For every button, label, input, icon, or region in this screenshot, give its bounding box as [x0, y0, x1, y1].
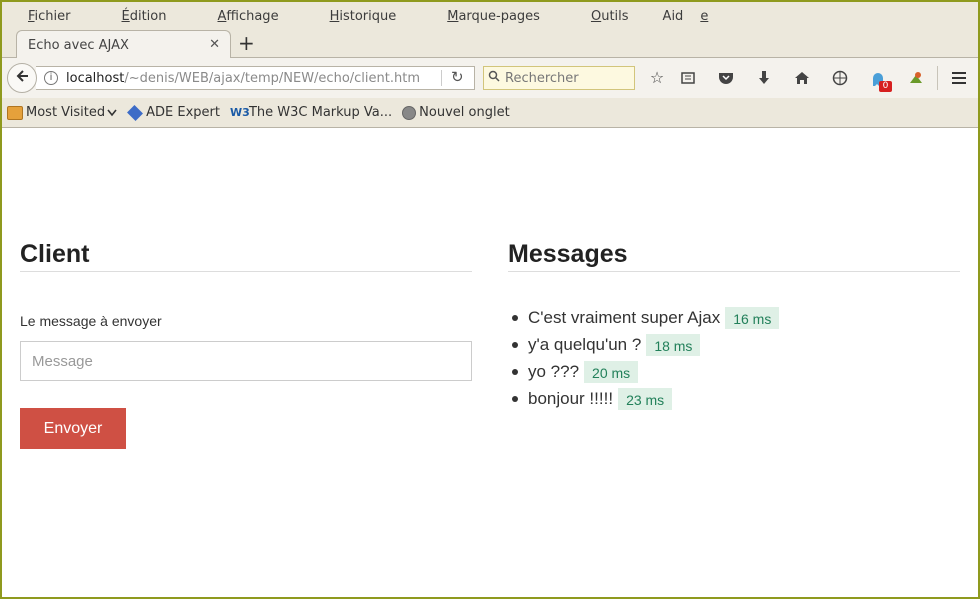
menu-affichage[interactable]: Affichage	[200, 9, 295, 24]
new-tab-button[interactable]: +	[238, 32, 255, 54]
toolbar-separator	[937, 66, 938, 90]
search-placeholder: Rechercher	[505, 70, 579, 86]
star-icon[interactable]: ☆	[646, 68, 668, 90]
addon-icon[interactable]	[905, 68, 927, 90]
bookmark-nouvel-onglet[interactable]: Nouvel onglet	[402, 105, 510, 120]
info-icon[interactable]: i	[44, 71, 58, 85]
message-text: C'est vraiment super Ajax	[528, 307, 721, 327]
globe-icon	[402, 105, 417, 120]
bookmark-most-visited[interactable]: Most Visited	[7, 105, 117, 120]
folder-icon	[7, 105, 23, 120]
message-label: Le message à envoyer	[20, 313, 162, 329]
messages-heading: Messages	[508, 240, 960, 272]
url-separator	[441, 70, 442, 86]
time-badge: 18 ms	[646, 333, 701, 356]
menu-outils[interactable]: Outils	[574, 9, 646, 24]
menu-fichier[interactable]: Fichier	[11, 9, 88, 24]
bullet-icon	[512, 314, 518, 321]
page-content: Client Le message à envoyer Envoyer Mess…	[2, 132, 978, 597]
menu-edition[interactable]: Édition	[105, 9, 184, 24]
menu-aide[interactable]: Aid e	[663, 9, 726, 24]
arrow-left-icon	[14, 68, 30, 89]
url-bar[interactable]: i localhost/~denis/WEB/ajax/temp/NEW/ech…	[36, 66, 475, 90]
download-icon[interactable]	[753, 68, 775, 90]
ade-icon	[127, 104, 144, 121]
w3c-icon: W3	[229, 105, 250, 119]
url-text: localhost/~denis/WEB/ajax/temp/NEW/echo/…	[66, 70, 420, 86]
list-item: bonjour !!!!! 23 ms	[508, 385, 960, 412]
reader-list-icon[interactable]	[677, 68, 699, 90]
bookmarks-bar: Most Visited ADE Expert W3 The W3C Marku…	[2, 98, 978, 128]
client-section: Client Le message à envoyer Envoyer	[20, 240, 472, 449]
message-input[interactable]	[20, 341, 472, 381]
bullet-icon	[512, 395, 518, 402]
globe-grid-icon[interactable]	[829, 68, 851, 90]
reload-icon[interactable]: ↻	[451, 68, 464, 86]
bookmark-ade-expert[interactable]: ADE Expert	[127, 104, 220, 121]
bookmark-w3c-validator[interactable]: W3 The W3C Markup Va...	[230, 105, 392, 120]
home-icon[interactable]	[791, 68, 813, 90]
back-button[interactable]	[7, 63, 37, 93]
messages-list: C'est vraiment super Ajax 16 ms y'a quelq…	[508, 304, 960, 412]
menu-bar: Fichier Édition Affichage Historique Mar…	[2, 2, 978, 30]
hamburger-menu-icon[interactable]	[948, 68, 970, 90]
menu-historique[interactable]: Historique	[313, 9, 414, 24]
navigation-bar: i localhost/~denis/WEB/ajax/temp/NEW/ech…	[2, 58, 978, 98]
menu-marque-pages[interactable]: Marque-pages	[430, 9, 557, 24]
bullet-icon	[512, 341, 518, 348]
messages-section: Messages C'est vraiment super Ajax 16 ms …	[508, 240, 960, 412]
time-badge: 23 ms	[618, 387, 673, 410]
list-item: y'a quelqu'un ? 18 ms	[508, 331, 960, 358]
tab-title: Echo avec AJAX	[28, 37, 129, 53]
message-text: yo ???	[528, 361, 580, 381]
list-item: yo ??? 20 ms	[508, 358, 960, 385]
close-icon[interactable]: ✕	[209, 37, 220, 52]
client-heading: Client	[20, 240, 472, 272]
tab-strip: Echo avec AJAX ✕ +	[2, 30, 978, 59]
chevron-down-icon	[107, 109, 117, 116]
browser-window: Fichier Édition Affichage Historique Mar…	[0, 0, 980, 599]
time-badge: 16 ms	[725, 306, 780, 329]
send-button[interactable]: Envoyer	[20, 408, 126, 449]
pocket-icon[interactable]	[715, 68, 737, 90]
list-item: C'est vraiment super Ajax 16 ms	[508, 304, 960, 331]
message-text: y'a quelqu'un ?	[528, 334, 642, 354]
tab-echo-avec-ajax[interactable]: Echo avec AJAX ✕	[16, 30, 231, 59]
time-badge: 20 ms	[584, 360, 639, 383]
search-icon	[488, 70, 500, 86]
search-input[interactable]: Rechercher	[483, 66, 635, 90]
message-text: bonjour !!!!!	[528, 388, 614, 408]
notification-badge: 0	[879, 81, 892, 92]
bullet-icon	[512, 368, 518, 375]
